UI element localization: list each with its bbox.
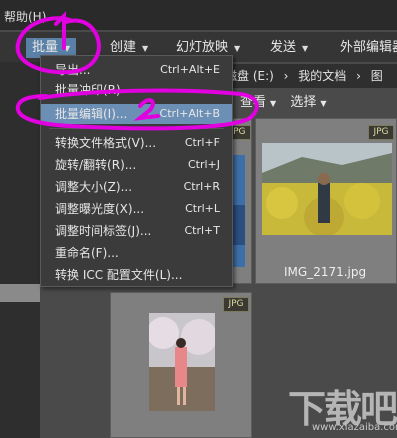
annotation-number-1 (54, 11, 66, 50)
annotation-overlay (15, 11, 259, 131)
watermark-url: www.xiazaiba.com (312, 422, 397, 433)
annotation-number-2 (133, 98, 160, 121)
